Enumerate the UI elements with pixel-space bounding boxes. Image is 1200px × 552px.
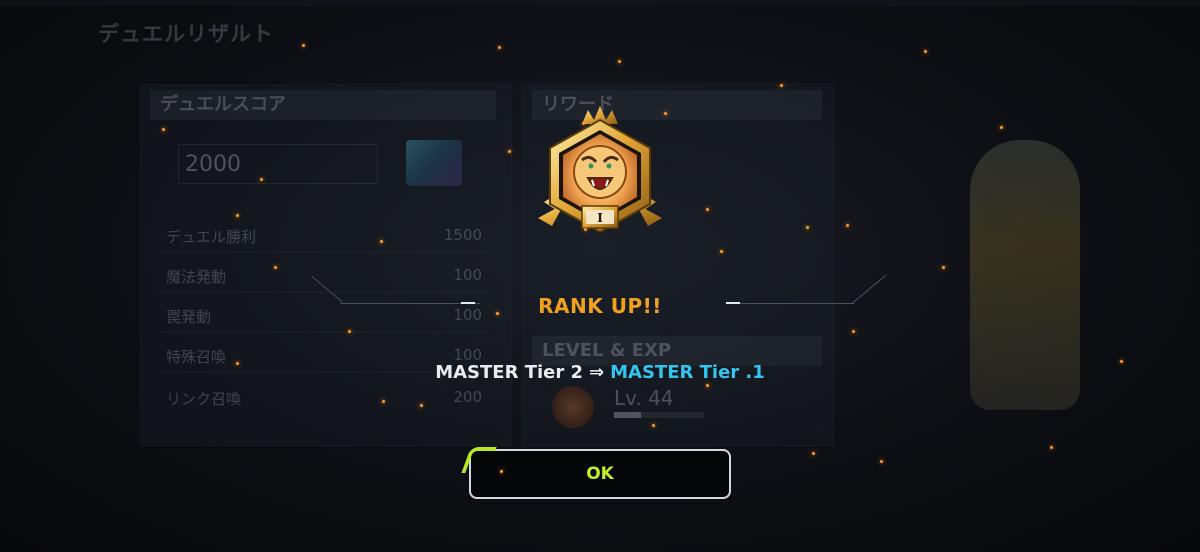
ember-spark	[382, 400, 385, 403]
ember-spark	[500, 470, 503, 473]
ember-spark	[582, 122, 585, 125]
ember-spark	[260, 178, 263, 181]
previous-rank: MASTER Tier 2	[435, 362, 584, 383]
hud-line	[340, 303, 480, 304]
ember-spark	[236, 362, 239, 365]
hud-line	[740, 303, 854, 304]
score-panel-heading: デュエルスコア	[150, 90, 496, 120]
ok-button[interactable]: OK	[469, 449, 731, 499]
player-level: Lv. 44	[614, 386, 674, 410]
character-figure	[970, 140, 1080, 410]
ember-spark	[706, 384, 709, 387]
ember-spark	[420, 404, 423, 407]
ember-spark	[924, 50, 927, 53]
ember-spark	[584, 228, 587, 231]
score-row-value: 100	[453, 266, 482, 284]
divider	[160, 332, 490, 333]
dash-left	[461, 302, 475, 304]
ember-spark	[498, 46, 501, 49]
ember-spark	[780, 84, 783, 87]
rank-change-line: MASTER Tier 2 ⇒ MASTER Tier .1	[300, 362, 900, 383]
score-row-value: 100	[453, 306, 482, 324]
ember-spark	[302, 44, 305, 47]
divider	[160, 252, 490, 253]
score-row-value: 200	[453, 388, 482, 406]
ember-spark	[618, 60, 621, 63]
ember-spark	[720, 250, 723, 253]
emblem-numeral: I	[597, 211, 603, 225]
player-avatar-icon	[552, 386, 594, 428]
top-frame	[0, 0, 1200, 6]
ember-spark	[508, 150, 511, 153]
ember-spark	[812, 452, 815, 455]
ember-spark	[236, 214, 239, 217]
exp-bar-fill	[614, 412, 641, 418]
ember-spark	[1120, 360, 1123, 363]
screen-title: デュエルリザルト	[98, 22, 274, 46]
rank-up-headline: RANK UP!!	[538, 294, 662, 318]
ember-spark	[942, 266, 945, 269]
ember-spark	[348, 330, 351, 333]
ember-spark	[274, 266, 277, 269]
ember-spark	[664, 112, 667, 115]
ember-spark	[162, 128, 165, 131]
score-row-label: 魔法発動	[166, 268, 227, 286]
ember-spark	[806, 226, 809, 229]
score-row-label: デュエル勝利	[166, 228, 257, 246]
score-row-label: 特殊召喚	[166, 348, 227, 366]
arrow-icon: ⇒	[589, 362, 605, 383]
ember-spark	[846, 224, 849, 227]
ember-spark	[706, 208, 709, 211]
score-row-value: 1500	[443, 226, 482, 244]
ember-spark	[652, 424, 655, 427]
game-screen: デュエルリザルト デュエルスコア 2000 デュエル勝利 1500 魔法発動 1…	[0, 0, 1200, 552]
treasure-chest-icon	[406, 140, 462, 186]
exp-bar	[614, 412, 704, 418]
new-rank: MASTER Tier .1	[610, 362, 765, 383]
master-rank-lion-emblem-icon: I	[538, 106, 662, 234]
ember-spark	[496, 312, 499, 315]
ember-spark	[380, 240, 383, 243]
ember-spark	[852, 330, 855, 333]
ember-spark	[1050, 446, 1053, 449]
ember-spark	[880, 460, 883, 463]
score-total: 2000	[178, 144, 378, 184]
dash-right	[726, 302, 740, 304]
score-row-label: リンク召喚	[166, 390, 242, 408]
divider	[160, 292, 490, 293]
ember-spark	[1000, 126, 1003, 129]
score-row-label: 罠発動	[166, 308, 212, 326]
